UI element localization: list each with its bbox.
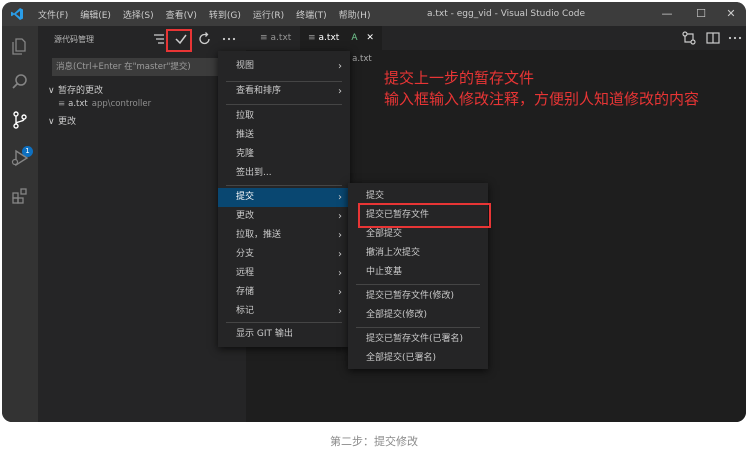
menu-edit[interactable]: 编辑(E) bbox=[74, 8, 117, 21]
tab-close-icon[interactable]: ✕ bbox=[366, 33, 374, 43]
menu-item-view-sort[interactable]: 查看和排序 › bbox=[218, 82, 350, 101]
menu-help[interactable]: 帮助(H) bbox=[333, 8, 377, 21]
menu-item-pull[interactable]: 拉取 bbox=[218, 107, 350, 126]
menu-item-changes[interactable]: 更改 › bbox=[218, 207, 350, 226]
chevron-right-icon: › bbox=[338, 230, 342, 241]
tab-a-txt-staged[interactable]: ≡ a.txt A ✕ bbox=[300, 26, 382, 50]
chevron-down-icon: ∨ bbox=[48, 117, 55, 127]
chevron-right-icon: › bbox=[338, 61, 342, 72]
window-title: a.txt - egg_vid - Visual Studio Code bbox=[427, 9, 585, 19]
figure-caption: 第二步：提交修改 bbox=[330, 435, 418, 448]
staged-file-row[interactable]: ≡ a.txt app\controller bbox=[58, 99, 151, 109]
source-control-sidebar: 源代码管理 消息(Ctrl+Enter 在"master"提交) ∨ 暂存的更改 … bbox=[38, 26, 246, 422]
menu-selection[interactable]: 选择(S) bbox=[117, 8, 160, 21]
menu-item-checkout[interactable]: 签出到... bbox=[218, 164, 350, 183]
vscode-window: 文件(F) 编辑(E) 选择(S) 查看(V) 转到(G) 运行(R) 终端(T… bbox=[2, 2, 746, 422]
minimize-button[interactable]: — bbox=[650, 2, 684, 26]
sidebar-title: 源代码管理 bbox=[54, 35, 94, 44]
close-window-button[interactable]: ✕ bbox=[714, 2, 746, 26]
staged-file-name: a.txt bbox=[68, 99, 88, 109]
tab-a-txt[interactable]: ≡ a.txt bbox=[252, 26, 299, 50]
menu-divider bbox=[226, 104, 342, 105]
menu-item-clone[interactable]: 克隆 bbox=[218, 145, 350, 164]
menu-bar: 文件(F) 编辑(E) 选择(S) 查看(V) 转到(G) 运行(R) 终端(T… bbox=[32, 2, 376, 26]
menu-terminal[interactable]: 终端(T) bbox=[290, 8, 333, 21]
maximize-button[interactable]: ☐ bbox=[684, 2, 718, 26]
changes-header[interactable]: ∨ 更改 bbox=[48, 114, 76, 127]
tab-status: A bbox=[351, 33, 358, 43]
chevron-right-icon: › bbox=[338, 287, 342, 298]
menu-item-push[interactable]: 推送 bbox=[218, 126, 350, 145]
submenu-item-commit-staged-amend[interactable]: 提交已暂存文件(修改) bbox=[348, 287, 488, 306]
staged-file-path: app\controller bbox=[91, 99, 152, 109]
menu-item-view[interactable]: 视图 › bbox=[218, 57, 350, 76]
chevron-right-icon: › bbox=[338, 192, 342, 203]
menu-divider bbox=[356, 284, 480, 285]
file-lines-icon: ≡ bbox=[58, 99, 66, 109]
menu-item-show-git-output[interactable]: 显示 GIT 输出 bbox=[218, 325, 350, 344]
menu-divider bbox=[226, 185, 342, 186]
tab-label: a.txt bbox=[318, 33, 340, 43]
open-changes-icon[interactable] bbox=[680, 29, 698, 47]
title-bar: 文件(F) 编辑(E) 选择(S) 查看(V) 转到(G) 运行(R) 终端(T… bbox=[2, 2, 746, 26]
chevron-right-icon: › bbox=[338, 306, 342, 317]
submenu-item-commit-staged-signoff[interactable]: 提交已暂存文件(已署名) bbox=[348, 330, 488, 349]
submenu-item-undo-last-commit[interactable]: 撤消上次提交 bbox=[348, 244, 488, 263]
submenu-item-abort-rebase[interactable]: 中止变基 bbox=[348, 263, 488, 282]
menu-divider bbox=[226, 322, 342, 323]
extensions-icon[interactable] bbox=[10, 186, 30, 206]
file-lines-icon: ≡ bbox=[260, 33, 268, 43]
staged-changes-label: 暂存的更改 bbox=[58, 86, 104, 96]
submenu-item-commit-all-signoff[interactable]: 全部提交(已署名) bbox=[348, 349, 488, 368]
menu-divider bbox=[356, 327, 480, 328]
chevron-right-icon: › bbox=[338, 211, 342, 222]
breadcrumb-file: a.txt bbox=[352, 54, 372, 64]
menu-item-stash[interactable]: 存储 › bbox=[218, 283, 350, 302]
tab-bar: ≡ a.txt ≡ a.txt A ✕ bbox=[246, 26, 746, 50]
menu-item-commit[interactable]: 提交 › bbox=[218, 188, 350, 207]
menu-go[interactable]: 转到(G) bbox=[203, 8, 247, 21]
staged-changes-header[interactable]: ∨ 暂存的更改 bbox=[48, 83, 103, 96]
explorer-icon[interactable] bbox=[10, 36, 30, 56]
menu-item-pull-push[interactable]: 拉取，推送 › bbox=[218, 226, 350, 245]
search-icon[interactable] bbox=[10, 72, 30, 92]
highlight-box bbox=[358, 203, 491, 228]
activity-bar: 1 bbox=[2, 26, 38, 422]
menu-run[interactable]: 运行(R) bbox=[247, 8, 290, 21]
annotation-line-2: 输入框输入修改注释，方便别人知道修改的内容 bbox=[384, 90, 700, 108]
editor-more-icon[interactable] bbox=[726, 29, 744, 47]
annotation-line-1: 提交上一步的暂存文件 bbox=[384, 69, 535, 87]
run-debug-icon[interactable] bbox=[10, 148, 30, 168]
commit-highlight-box bbox=[166, 29, 192, 52]
menu-item-tags[interactable]: 标记 › bbox=[218, 302, 350, 321]
tab-label: a.txt bbox=[270, 33, 292, 43]
refresh-icon[interactable] bbox=[196, 30, 214, 48]
submenu-item-commit-all-amend[interactable]: 全部提交(修改) bbox=[348, 306, 488, 325]
menu-item-remote[interactable]: 远程 › bbox=[218, 264, 350, 283]
menu-file[interactable]: 文件(F) bbox=[32, 8, 74, 21]
chevron-down-icon: ∨ bbox=[48, 86, 55, 96]
vscode-logo-icon bbox=[11, 8, 23, 20]
split-editor-icon[interactable] bbox=[704, 29, 722, 47]
scm-context-menu: 视图 › 查看和排序 › 拉取 推送 克隆 签出到... 提交 › 更改 › 拉取，推送… bbox=[218, 51, 350, 347]
source-control-icon[interactable] bbox=[10, 110, 30, 130]
changes-label: 更改 bbox=[58, 117, 77, 127]
chevron-right-icon: › bbox=[338, 249, 342, 260]
file-lines-icon: ≡ bbox=[308, 33, 316, 43]
menu-item-branch[interactable]: 分支 › bbox=[218, 245, 350, 264]
annotation-text: 提交上一步的暂存文件 输入框输入修改注释，方便别人知道修改的内容 bbox=[384, 68, 744, 110]
chevron-right-icon: › bbox=[338, 86, 342, 97]
chevron-right-icon: › bbox=[338, 268, 342, 279]
menu-view[interactable]: 查看(V) bbox=[160, 8, 203, 21]
more-actions-icon[interactable] bbox=[220, 30, 238, 48]
commit-message-input[interactable]: 消息(Ctrl+Enter 在"master"提交) bbox=[52, 58, 230, 76]
